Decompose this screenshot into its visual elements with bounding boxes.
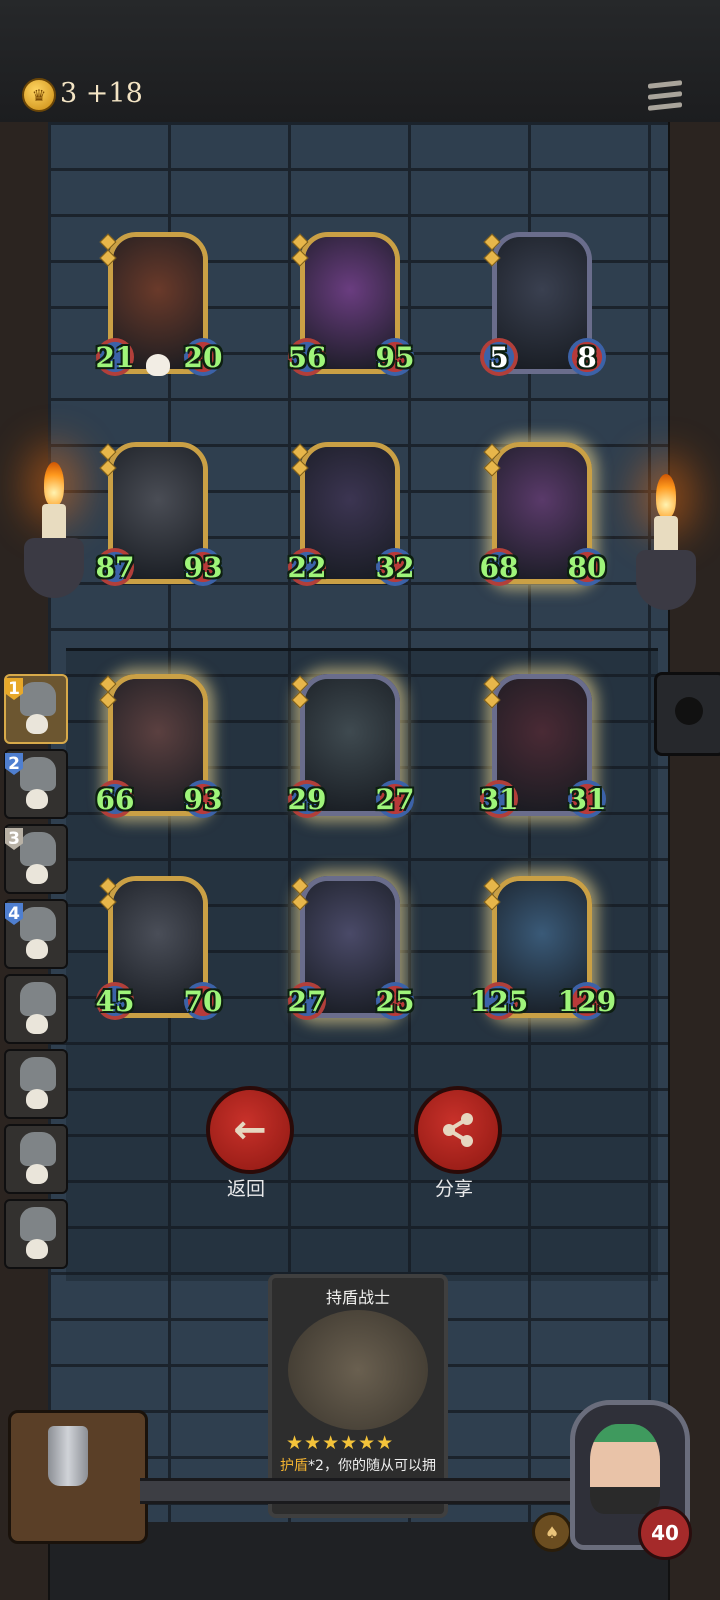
attack-stat: 27 bbox=[288, 982, 326, 1020]
player-avatar bbox=[20, 982, 56, 1016]
player-rank-item[interactable]: 3 bbox=[4, 824, 68, 894]
minion-card[interactable]: 29 27 bbox=[288, 674, 414, 826]
player-avatar bbox=[20, 1057, 56, 1091]
health-stat: 95 bbox=[376, 338, 414, 376]
player-rank-item[interactable]: 4 bbox=[4, 899, 68, 969]
minion-card[interactable]: 22 32 bbox=[288, 442, 414, 594]
health-stat: 93 bbox=[184, 548, 222, 586]
minion-art bbox=[288, 1310, 428, 1430]
gold-coin-icon: ♛ bbox=[22, 78, 56, 112]
share-icon bbox=[443, 1113, 473, 1147]
minion-card[interactable]: 21 20 bbox=[96, 232, 222, 384]
health-stat: 80 bbox=[568, 548, 606, 586]
share-button[interactable] bbox=[414, 1086, 502, 1174]
gold-counter: 3 +18 bbox=[60, 78, 143, 109]
player-avatar bbox=[20, 757, 56, 791]
health-stat: 93 bbox=[184, 780, 222, 818]
top-bar: ♛ 3 +18 bbox=[0, 0, 720, 125]
attack-stat: 31 bbox=[480, 780, 518, 818]
back-button[interactable]: ← bbox=[206, 1086, 294, 1174]
player-rank-item[interactable] bbox=[4, 1199, 68, 1269]
minion-name: 持盾战士 bbox=[325, 1288, 390, 1307]
left-torch-icon bbox=[24, 462, 84, 612]
health-stat: 20 bbox=[184, 338, 222, 376]
attack-stat: 68 bbox=[480, 548, 518, 586]
player-avatar bbox=[20, 1207, 56, 1241]
minion-card[interactable]: 58 bbox=[480, 232, 606, 384]
player-rank-item[interactable] bbox=[4, 974, 68, 1044]
back-label: 返回 bbox=[226, 1178, 265, 1200]
attack-stat: 5 bbox=[480, 338, 518, 376]
attack-stat: 21 bbox=[96, 338, 134, 376]
right-torch-icon bbox=[636, 474, 696, 624]
right-wall bbox=[668, 122, 720, 1600]
player-rank-item[interactable] bbox=[4, 1049, 68, 1119]
minion-card[interactable]: 27 25 bbox=[288, 876, 414, 1028]
minion-card[interactable]: 68 80 bbox=[480, 442, 606, 594]
minion-card[interactable]: 56 95 bbox=[288, 232, 414, 384]
health-stat: 25 bbox=[376, 982, 414, 1020]
menu-icon[interactable] bbox=[648, 80, 682, 116]
health-stat: 32 bbox=[376, 548, 414, 586]
player-rank-item[interactable]: 1 bbox=[4, 674, 68, 744]
skull-icon bbox=[26, 864, 48, 884]
hero-power-icon[interactable]: ♠ bbox=[532, 1512, 572, 1552]
attack-stat: 56 bbox=[288, 338, 326, 376]
player-avatar bbox=[20, 907, 56, 941]
player-avatar bbox=[20, 682, 56, 716]
player-avatar bbox=[20, 832, 56, 866]
pipe-decoration bbox=[140, 1478, 580, 1504]
coin-income: +18 bbox=[85, 78, 143, 109]
attack-stat: 87 bbox=[96, 548, 134, 586]
player-avatar bbox=[20, 1132, 56, 1166]
skull-icon bbox=[26, 714, 48, 734]
coin-count: 3 bbox=[60, 78, 78, 109]
health-stat: 31 bbox=[568, 780, 606, 818]
skull-icon bbox=[146, 354, 170, 376]
shaker-icon bbox=[48, 1426, 88, 1486]
minion-card[interactable]: 87 93 bbox=[96, 442, 222, 594]
hero-portrait bbox=[590, 1424, 660, 1514]
skull-icon bbox=[26, 1239, 48, 1259]
player-rank-item[interactable]: 2 bbox=[4, 749, 68, 819]
minion-card[interactable]: 125 129 bbox=[470, 876, 616, 1028]
back-arrow-icon: ← bbox=[233, 1107, 267, 1153]
minion-card[interactable]: 66 93 bbox=[96, 674, 222, 826]
attack-stat: 125 bbox=[470, 982, 528, 1020]
hero-health: 40 bbox=[638, 1506, 692, 1560]
minion-card[interactable]: 31 31 bbox=[480, 674, 606, 826]
health-stat: 129 bbox=[558, 982, 616, 1020]
health-stat: 8 bbox=[568, 338, 606, 376]
skull-icon bbox=[26, 1014, 48, 1034]
attack-stat: 22 bbox=[288, 548, 326, 586]
skull-icon bbox=[26, 1164, 48, 1184]
share-label: 分享 bbox=[434, 1178, 473, 1200]
star-rating: ★★★★★★ bbox=[286, 1432, 395, 1454]
health-stat: 27 bbox=[376, 780, 414, 818]
minion-card[interactable]: 45 70 bbox=[96, 876, 222, 1028]
keyword-shield: 护盾 bbox=[280, 1458, 309, 1474]
skull-icon bbox=[26, 1089, 48, 1109]
attack-stat: 29 bbox=[288, 780, 326, 818]
attack-stat: 66 bbox=[96, 780, 134, 818]
skull-icon bbox=[26, 789, 48, 809]
door-knob-icon bbox=[654, 672, 720, 756]
attack-stat: 45 bbox=[96, 982, 134, 1020]
player-rank-item[interactable] bbox=[4, 1124, 68, 1194]
health-stat: 70 bbox=[184, 982, 222, 1020]
skull-icon bbox=[26, 939, 48, 959]
